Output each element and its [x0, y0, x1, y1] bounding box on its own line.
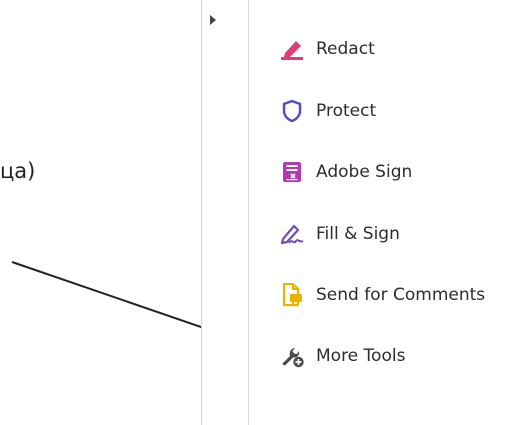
wrench-plus-icon — [279, 343, 305, 369]
send-comments-document-icon — [279, 282, 305, 308]
tool-redact-label: Redact — [316, 39, 375, 59]
tool-fill-sign-label: Fill & Sign — [316, 224, 400, 244]
panel-divider-strip — [224, 0, 249, 425]
tool-adobe-sign-label: Adobe Sign — [316, 162, 413, 182]
tool-protect-label: Protect — [316, 101, 377, 121]
tool-send-for-comments-label: Send for Comments — [316, 285, 486, 305]
shield-icon — [279, 98, 305, 124]
tool-send-for-comments[interactable]: Send for Comments — [279, 280, 485, 310]
document-area: ца) — [0, 0, 201, 425]
panel-collapse-strip — [201, 0, 225, 425]
expand-panel-button[interactable] — [207, 14, 219, 26]
redact-marker-icon — [279, 36, 305, 62]
tool-fill-sign[interactable]: Fill & Sign — [279, 219, 400, 249]
tool-redact[interactable]: Redact — [279, 34, 375, 64]
adobe-sign-document-icon — [279, 159, 305, 185]
tool-more-tools[interactable]: More Tools — [279, 341, 405, 371]
tool-adobe-sign[interactable]: Adobe Sign — [279, 157, 412, 187]
triangle-right-icon — [210, 15, 216, 25]
tool-more-tools-label: More Tools — [316, 346, 406, 366]
document-text-fragment: ца) — [0, 159, 36, 183]
tools-pane: Redact Protect Adobe Sign Fill & Sign Se… — [249, 0, 528, 425]
fill-sign-pen-icon — [279, 221, 305, 247]
tool-protect[interactable]: Protect — [279, 96, 376, 126]
